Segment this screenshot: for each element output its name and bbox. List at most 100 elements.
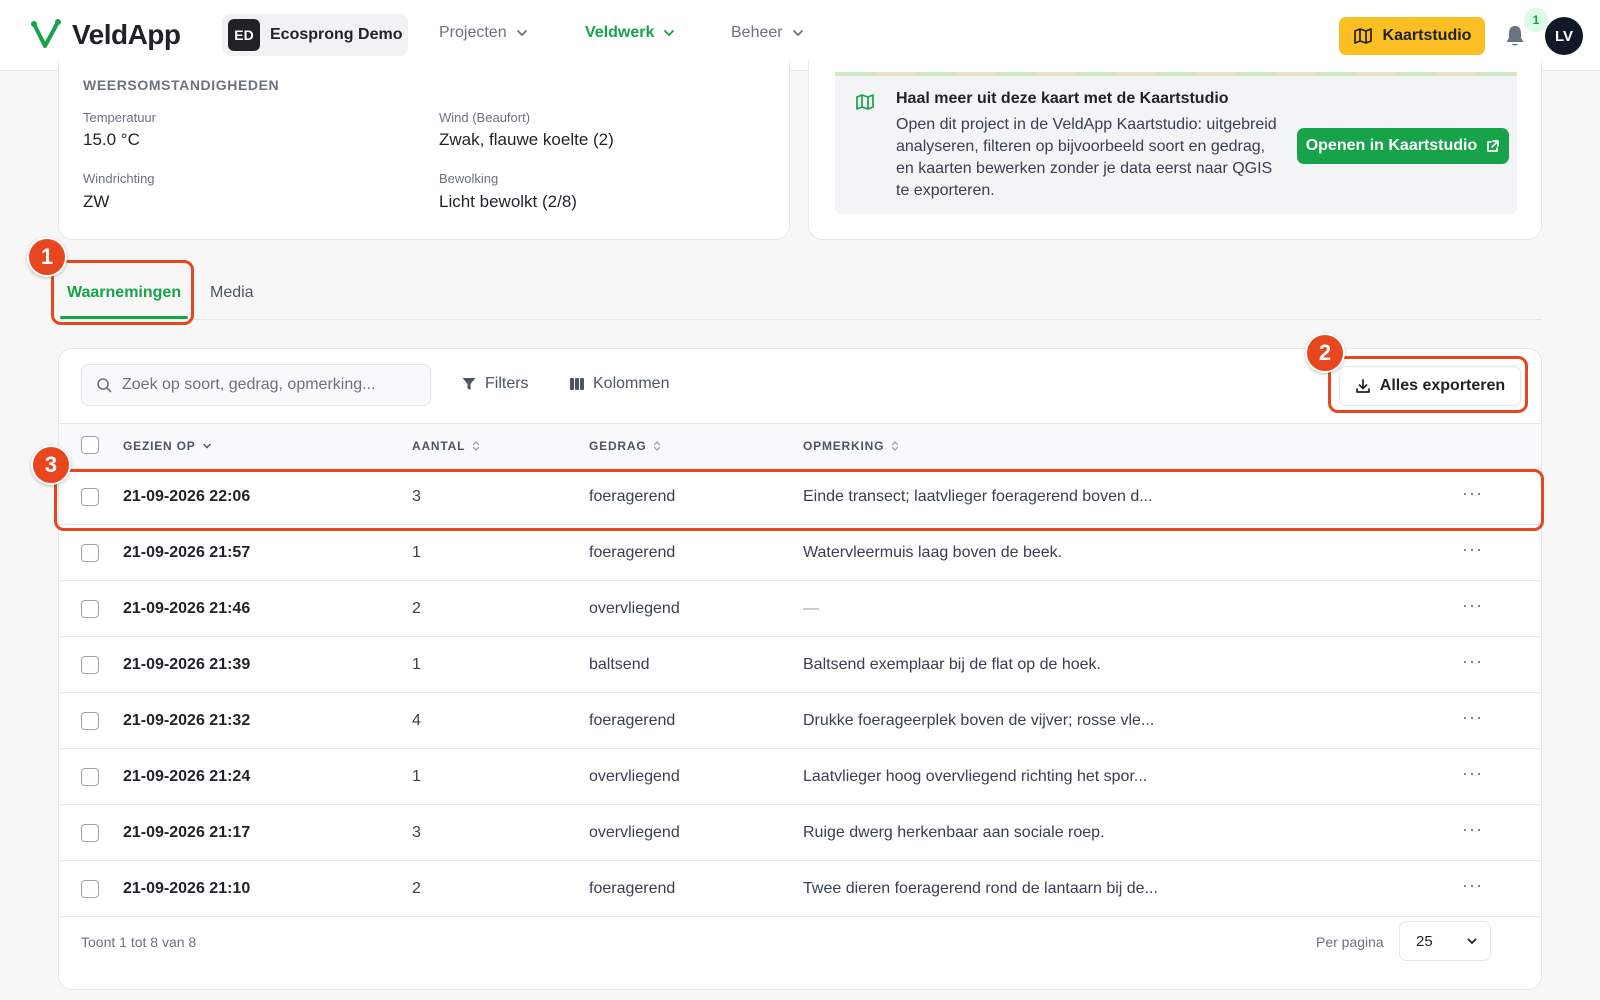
columns-button[interactable]: Kolommen — [569, 375, 669, 393]
kaartstudio-label: Kaartstudio — [1382, 27, 1472, 44]
column-header-opmerking[interactable]: OPMERKING — [803, 439, 900, 453]
org-badge: ED — [228, 19, 260, 51]
row-checkbox[interactable] — [81, 488, 99, 506]
column-header-label: OPMERKING — [803, 439, 885, 453]
veldapp-logo-icon — [31, 19, 61, 48]
table-row[interactable]: 21-09-2026 21:17 3 overvliegend Ruige dw… — [59, 805, 1541, 861]
column-header-label: GEDRAG — [589, 439, 647, 453]
chevron-down-icon — [516, 30, 527, 37]
user-avatar[interactable]: LV — [1545, 17, 1583, 55]
cell-count: 2 — [412, 600, 421, 617]
chevron-down-icon — [792, 30, 803, 37]
chevron-down-icon — [1467, 938, 1477, 945]
sort-icon — [473, 441, 480, 451]
column-header-gezien-op[interactable]: GEZIEN OP — [123, 439, 212, 453]
nav-veldwerk[interactable]: Veldwerk — [585, 24, 676, 42]
nav-projecten[interactable]: Projecten — [439, 24, 529, 42]
organization-switcher[interactable]: ED Ecosprong Demo — [222, 14, 408, 56]
table-row[interactable]: 21-09-2026 21:46 2 overvliegend — ··· — [59, 581, 1541, 637]
row-checkbox[interactable] — [81, 768, 99, 786]
column-header-label: AANTAL — [412, 439, 466, 453]
kaartstudio-button[interactable]: Kaartstudio — [1339, 17, 1485, 55]
nav-beheer[interactable]: Beheer — [731, 24, 805, 42]
row-actions-icon[interactable]: ··· — [1462, 707, 1483, 728]
filters-button[interactable]: Filters — [461, 375, 529, 393]
cell-remark: Einde transect; laatvlieger foeragerend … — [803, 488, 1153, 505]
select-all-checkbox[interactable] — [81, 436, 99, 454]
row-checkbox[interactable] — [81, 656, 99, 674]
active-tab-indicator — [60, 316, 188, 319]
column-header-label: GEZIEN OP — [123, 439, 196, 453]
cloud-cover-label: Bewolking — [439, 171, 499, 186]
cell-behavior: foeragerend — [589, 712, 676, 729]
column-header-gedrag[interactable]: GEDRAG — [589, 439, 662, 453]
table-row[interactable]: 21-09-2026 21:10 2 foeragerend Twee dier… — [59, 861, 1541, 917]
row-actions-icon[interactable]: ··· — [1462, 875, 1483, 896]
row-actions-icon[interactable]: ··· — [1462, 651, 1483, 672]
cell-date: 21-09-2026 21:32 — [123, 712, 251, 729]
weather-conditions-card: WEERSOMSTANDIGHEDEN Temperatuur 15.0 °C … — [58, 60, 790, 240]
promo-description: Open dit project in de VeldApp Kaartstud… — [896, 116, 1277, 199]
row-checkbox[interactable] — [81, 544, 99, 562]
row-checkbox[interactable] — [81, 712, 99, 730]
cell-behavior: foeragerend — [589, 880, 676, 897]
notification-count-badge: 1 — [1524, 8, 1548, 32]
map-icon — [856, 94, 874, 110]
per-page-label: Per pagina — [1316, 934, 1384, 950]
nav-beheer-label: Beheer — [731, 24, 783, 41]
table-row[interactable]: 21-09-2026 21:39 1 baltsend Baltsend exe… — [59, 637, 1541, 693]
map-icon — [1353, 28, 1372, 44]
promo-title: Haal meer uit deze kaart met de Kaartstu… — [896, 90, 1229, 107]
bell-icon[interactable] — [1504, 24, 1526, 48]
kaartstudio-promo: Haal meer uit deze kaart met de Kaartstu… — [835, 72, 1517, 214]
temperature-value: 15.0 °C — [83, 130, 140, 149]
per-page-select[interactable]: 25 — [1399, 921, 1491, 961]
column-header-aantal[interactable]: AANTAL — [412, 439, 481, 453]
cell-date: 21-09-2026 21:39 — [123, 656, 251, 673]
row-actions-icon[interactable]: ··· — [1462, 539, 1483, 560]
app-logo[interactable]: VeldApp — [30, 18, 181, 52]
cell-behavior: overvliegend — [589, 600, 680, 617]
columns-label: Kolommen — [593, 375, 670, 392]
tab-media[interactable]: Media — [210, 284, 254, 302]
cell-remark: Baltsend exemplaar bij de flat op de hoe… — [803, 656, 1101, 673]
row-actions-icon[interactable]: ··· — [1462, 819, 1483, 840]
row-checkbox[interactable] — [81, 824, 99, 842]
annotation-marker-1: 1 — [27, 237, 67, 277]
table-row[interactable]: 21-09-2026 22:06 3 foeragerend Einde tra… — [59, 469, 1541, 525]
row-checkbox[interactable] — [81, 880, 99, 898]
annotation-marker-3: 3 — [31, 445, 71, 485]
table-row[interactable]: 21-09-2026 21:57 1 foeragerend Watervlee… — [59, 525, 1541, 581]
row-actions-icon[interactable]: ··· — [1462, 763, 1483, 784]
cell-date: 21-09-2026 22:06 — [123, 488, 251, 505]
cell-count: 2 — [412, 880, 421, 897]
map-card: Haal meer uit deze kaart met de Kaartstu… — [808, 60, 1542, 240]
export-all-button[interactable]: Alles exporteren — [1339, 366, 1521, 406]
wind-direction-label: Windrichting — [83, 171, 155, 186]
cell-behavior: overvliegend — [589, 768, 680, 785]
sort-icon — [892, 441, 899, 451]
cloud-cover-value: Licht bewolkt (2/8) — [439, 192, 577, 211]
table-header: GEZIEN OP AANTAL GEDRAG OPMERKING — [59, 423, 1541, 469]
app-name: VeldApp — [72, 19, 181, 50]
table-row[interactable]: 21-09-2026 21:32 4 foeragerend Drukke fo… — [59, 693, 1541, 749]
cell-behavior: foeragerend — [589, 488, 676, 505]
map-preview-strip — [835, 72, 1517, 76]
cell-behavior: baltsend — [589, 656, 650, 673]
wind-value: Zwak, flauwe koelte (2) — [439, 130, 614, 149]
columns-icon — [570, 378, 584, 390]
cell-date: 21-09-2026 21:24 — [123, 768, 251, 785]
cell-date: 21-09-2026 21:57 — [123, 544, 251, 561]
per-page-value: 25 — [1416, 932, 1433, 950]
search-input[interactable] — [122, 376, 422, 394]
row-actions-icon[interactable]: ··· — [1462, 483, 1483, 504]
row-actions-icon[interactable]: ··· — [1462, 595, 1483, 616]
cell-date: 21-09-2026 21:17 — [123, 824, 251, 841]
tab-waarnemingen[interactable]: Waarnemingen — [67, 284, 181, 302]
cell-behavior: foeragerend — [589, 544, 676, 561]
row-checkbox[interactable] — [81, 600, 99, 618]
weather-section-title: WEERSOMSTANDIGHEDEN — [83, 77, 280, 93]
open-in-kaartstudio-button[interactable]: Openen in Kaartstudio — [1297, 128, 1509, 164]
table-row[interactable]: 21-09-2026 21:24 1 overvliegend Laatvlie… — [59, 749, 1541, 805]
wind-label: Wind (Beaufort) — [439, 110, 531, 125]
